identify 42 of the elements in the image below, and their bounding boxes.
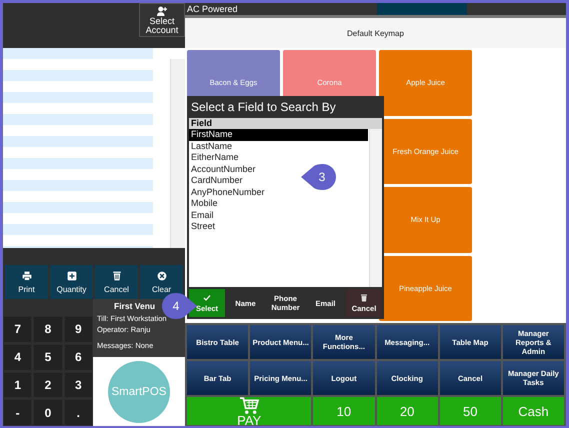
list-item[interactable]: EitherName bbox=[189, 152, 239, 164]
keypad-key[interactable]: 0 bbox=[33, 399, 63, 426]
scrollbar[interactable] bbox=[170, 59, 185, 248]
action-button[interactable]: Quantity bbox=[50, 265, 93, 299]
list-item[interactable]: LastName bbox=[189, 140, 232, 152]
list-item[interactable]: AccountNumber bbox=[189, 164, 256, 175]
power-status: AC Powered bbox=[186, 4, 239, 14]
keypad-key[interactable]: 7 bbox=[3, 316, 32, 343]
cart-icon bbox=[239, 397, 260, 415]
keypad-key[interactable]: 3 bbox=[64, 372, 93, 398]
list-item[interactable]: FirstName bbox=[189, 129, 368, 140]
keypad-key[interactable]: - bbox=[3, 399, 32, 426]
list-item[interactable]: Mobile bbox=[189, 198, 218, 210]
keypad-key[interactable]: 1 bbox=[3, 372, 32, 398]
trash-icon bbox=[360, 294, 368, 302]
plus-icon bbox=[66, 270, 76, 280]
trash-icon bbox=[112, 270, 122, 280]
keymap-title: Default Keymap bbox=[347, 28, 404, 38]
keypad-key[interactable]: 6 bbox=[64, 344, 93, 370]
action-button[interactable]: Clear bbox=[140, 265, 183, 299]
select-account-button[interactable]: Select Account bbox=[139, 3, 185, 37]
keypad-key[interactable]: 5 bbox=[33, 344, 63, 370]
action-button[interactable]: Cancel bbox=[95, 265, 138, 299]
callout-badge: 3 bbox=[301, 164, 337, 190]
list-item[interactable]: Email bbox=[189, 210, 214, 221]
keypad-key[interactable]: 9 bbox=[64, 316, 93, 343]
list-item[interactable]: AnyPhoneNumber bbox=[189, 186, 265, 198]
close-icon bbox=[156, 270, 166, 280]
keypad-key[interactable]: . bbox=[64, 399, 93, 426]
keypad-key[interactable]: 4 bbox=[3, 344, 32, 370]
keypad-key[interactable]: 2 bbox=[33, 372, 63, 398]
keypad-key[interactable]: 8 bbox=[33, 316, 63, 343]
person-add-icon bbox=[157, 6, 167, 16]
list-item[interactable]: Street bbox=[189, 221, 216, 232]
list-item[interactable]: CardNumber bbox=[189, 175, 243, 186]
printer-icon bbox=[22, 270, 32, 280]
action-button[interactable]: Print bbox=[5, 265, 48, 299]
column-header: Field bbox=[189, 118, 382, 129]
scrollbar[interactable] bbox=[369, 129, 382, 287]
logo: SmartPOS bbox=[108, 360, 170, 422]
check-icon bbox=[203, 294, 211, 302]
venue-name: First Venu bbox=[114, 301, 156, 311]
